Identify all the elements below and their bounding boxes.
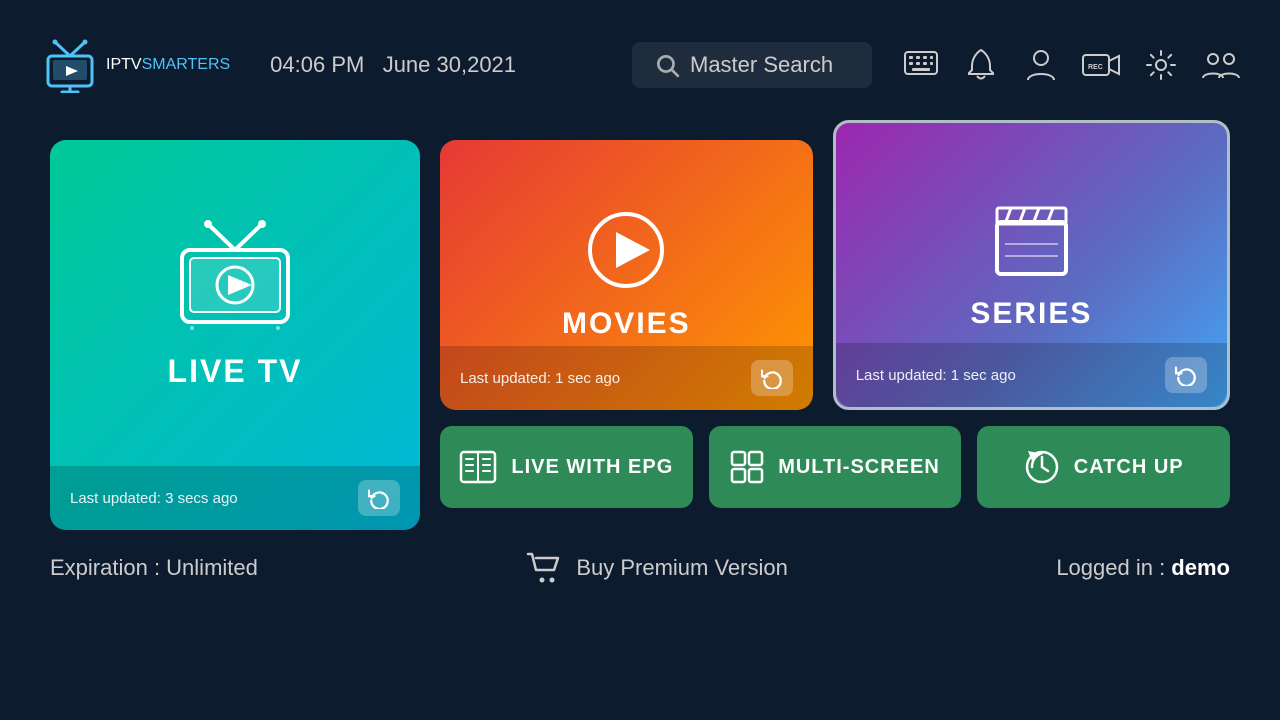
switch-users-icon[interactable] — [1202, 46, 1240, 84]
buy-premium-button[interactable]: Buy Premium Version — [526, 552, 788, 584]
logged-in-user: demo — [1171, 555, 1230, 580]
live-tv-icon — [170, 220, 300, 335]
main-content: LIVE TV Last updated: 3 secs ago — [0, 130, 1280, 530]
logged-in-info: Logged in : demo — [1056, 555, 1230, 581]
date-display: June 30,2021 — [383, 52, 516, 77]
cart-icon — [526, 552, 562, 584]
refresh-icon — [1175, 364, 1197, 386]
live-tv-footer: Last updated: 3 secs ago — [50, 466, 420, 530]
live-with-epg-button[interactable]: LIVE WITH EPG — [440, 426, 693, 508]
catch-up-label: CATCH UP — [1074, 456, 1184, 479]
epg-book-icon — [459, 450, 497, 484]
live-tv-title: LIVE TV — [168, 353, 303, 390]
top-right-row: MOVIES Last updated: 1 sec ago — [440, 140, 1230, 410]
record-icon[interactable]: REC — [1082, 46, 1120, 84]
series-title: SERIES — [970, 297, 1092, 331]
series-clapper-icon — [989, 200, 1074, 285]
logged-in-label: Logged in : — [1056, 555, 1171, 580]
multi-screen-button[interactable]: MULTI-SCREEN — [709, 426, 962, 508]
live-tv-card[interactable]: LIVE TV Last updated: 3 secs ago — [50, 140, 420, 530]
live-tv-last-updated: Last updated: 3 secs ago — [70, 490, 238, 507]
multi-screen-label: MULTI-SCREEN — [778, 456, 940, 479]
search-icon — [654, 52, 680, 78]
header-icons: REC — [902, 46, 1240, 84]
refresh-icon — [761, 367, 783, 389]
cards-row: LIVE TV Last updated: 3 secs ago — [50, 140, 1230, 530]
movies-refresh-button[interactable] — [751, 360, 793, 396]
profile-icon[interactable] — [1022, 46, 1060, 84]
movies-footer: Last updated: 1 sec ago — [440, 346, 813, 410]
settings-icon[interactable] — [1142, 46, 1180, 84]
search-label: Master Search — [690, 52, 833, 78]
catch-up-button[interactable]: CATCH UP — [977, 426, 1230, 508]
series-card[interactable]: SERIES Last updated: 1 sec ago — [833, 120, 1230, 410]
datetime: 04:06 PM June 30,2021 — [270, 52, 516, 78]
series-last-updated: Last updated: 1 sec ago — [856, 367, 1016, 384]
movies-card[interactable]: MOVIES Last updated: 1 sec ago — [440, 140, 813, 410]
live-epg-label: LIVE WITH EPG — [511, 456, 673, 479]
notification-bell-icon[interactable] — [962, 46, 1000, 84]
multi-screen-icon — [730, 450, 764, 484]
header: IPTVSMARTERS 04:06 PM June 30,2021 Maste… — [0, 0, 1280, 130]
keyboard-icon[interactable] — [902, 46, 940, 84]
movies-play-icon — [586, 210, 666, 295]
logo-smarters: SMARTERS — [142, 56, 231, 73]
refresh-icon — [368, 487, 390, 509]
footer: Expiration : Unlimited Buy Premium Versi… — [0, 530, 1280, 584]
logo-iptv: IPTV — [106, 56, 142, 73]
master-search-bar[interactable]: Master Search — [632, 42, 872, 88]
live-tv-refresh-button[interactable] — [358, 480, 400, 516]
logo: IPTVSMARTERS — [40, 38, 230, 93]
expiration-text: Expiration : Unlimited — [50, 555, 258, 581]
bottom-buttons-row: LIVE WITH EPG MULTI-SCREEN — [440, 426, 1230, 508]
series-refresh-button[interactable] — [1165, 357, 1207, 393]
svg-text:REC: REC — [1088, 64, 1103, 71]
right-column: MOVIES Last updated: 1 sec ago — [440, 140, 1230, 508]
movies-title: MOVIES — [562, 307, 691, 341]
buy-premium-label: Buy Premium Version — [576, 555, 788, 581]
time-display: 04:06 PM — [270, 52, 364, 77]
movies-last-updated: Last updated: 1 sec ago — [460, 370, 620, 387]
series-footer: Last updated: 1 sec ago — [836, 343, 1227, 407]
catch-up-icon — [1024, 449, 1060, 485]
